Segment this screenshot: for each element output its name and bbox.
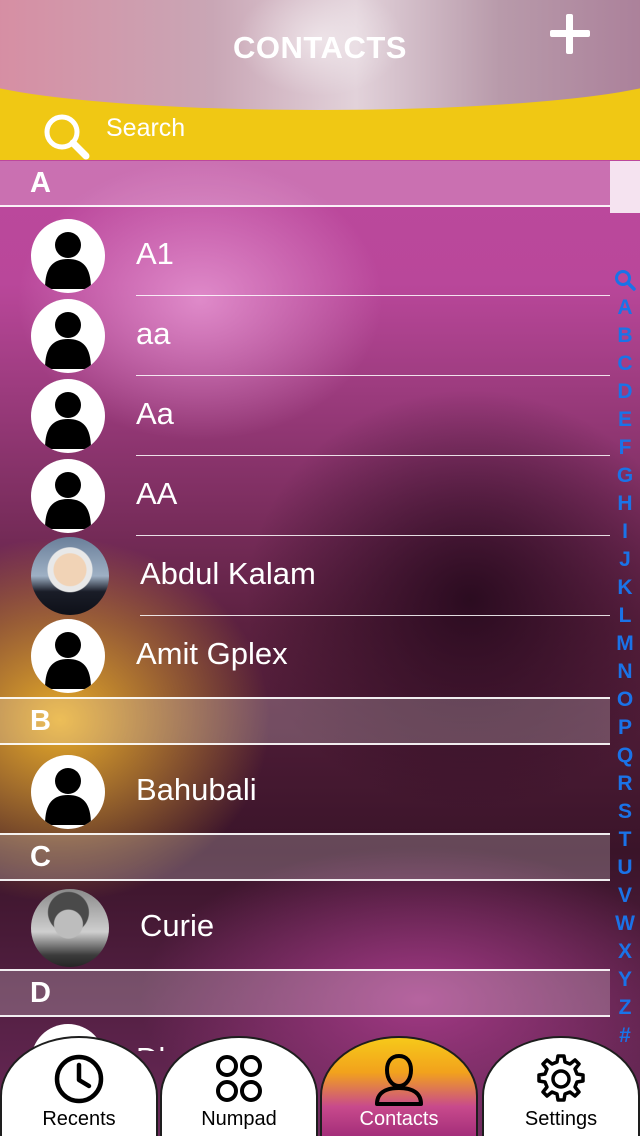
list-item[interactable]: Bahubali [0,752,610,832]
list-item[interactable]: aa [0,296,610,376]
index-strip-top [610,161,640,213]
index-letter[interactable]: O [612,686,638,714]
contact-name: Abdul Kalam [140,556,316,591]
index-letter[interactable]: V [612,882,638,910]
tab-contacts[interactable]: Contacts [320,1036,478,1136]
section-letter: A [30,167,51,199]
index-letter[interactable]: Y [612,966,638,994]
tab-label: Numpad [201,1108,277,1130]
index-letter[interactable]: Q [612,742,638,770]
index-letter[interactable]: M [612,630,638,658]
section-header-b: B [0,697,610,745]
index-letter[interactable]: G [612,462,638,490]
add-contact-button[interactable] [546,10,594,58]
header: CONTACTS Search [0,0,640,160]
list-item[interactable]: Aa [0,376,610,456]
tab-recents[interactable]: Recents [0,1036,158,1136]
tab-label: Settings [524,1108,598,1130]
index-letter[interactable]: E [612,406,638,434]
index-letter[interactable]: U [612,854,638,882]
person-icon [375,1053,423,1106]
index-letter[interactable]: D [612,378,638,406]
tab-label: Recents [42,1108,116,1130]
tab-bar: Recents Numpad Contacts Settings [0,1036,640,1136]
tab-label: Contacts [359,1108,439,1130]
section-header-c: C [0,833,610,881]
alphabet-index[interactable]: A B C D E F G H I J K L M N O P Q R S T … [612,266,638,1056]
section-letter: D [30,977,51,1009]
gear-icon [537,1054,585,1102]
index-letter[interactable]: L [612,602,638,630]
index-search-icon[interactable] [612,266,638,294]
avatar [31,619,105,693]
clock-icon [54,1054,104,1104]
avatar [31,459,105,533]
contact-name: Bahubali [136,772,257,807]
index-letter[interactable]: R [612,770,638,798]
index-letter[interactable]: F [612,434,638,462]
index-letter[interactable]: T [612,826,638,854]
index-letter[interactable]: A [612,294,638,322]
index-letter[interactable]: X [612,938,638,966]
list-item[interactable]: A1 [0,216,610,296]
search-input[interactable]: Search [106,114,185,143]
section-letter: B [30,705,51,737]
contact-name: AA [136,476,178,511]
index-letter[interactable]: J [612,546,638,574]
avatar [31,379,105,453]
search-bar[interactable]: Search [0,110,640,160]
list-item[interactable]: Amit Gplex [0,616,610,696]
index-letter[interactable]: Z [612,994,638,1022]
avatar [31,219,105,293]
contact-name: A1 [136,236,174,271]
avatar-photo [31,889,109,967]
contact-list[interactable]: A A1 aa Aa AA Abdul Kalam Amit Gplex B B… [0,161,610,1051]
contact-name: aa [136,316,171,351]
list-item[interactable]: Curie [0,888,610,968]
list-item[interactable]: AA [0,456,610,536]
index-letter[interactable]: I [612,518,638,546]
index-letter[interactable]: B [612,322,638,350]
index-letter[interactable]: W [612,910,638,938]
index-letter[interactable]: P [612,714,638,742]
search-icon [44,114,90,160]
avatar [31,755,105,829]
index-letter[interactable]: N [612,658,638,686]
index-letter[interactable]: K [612,574,638,602]
section-header-a: A [0,161,610,207]
avatar-photo [31,537,109,615]
index-letter[interactable]: C [612,350,638,378]
tab-numpad[interactable]: Numpad [160,1036,318,1136]
page-title: CONTACTS [233,30,407,65]
section-letter: C [30,841,51,873]
index-letter[interactable]: H [612,490,638,518]
list-item[interactable]: Abdul Kalam [0,536,610,616]
numpad-icon [216,1055,262,1102]
section-header-d: D [0,969,610,1017]
contact-name: Amit Gplex [136,636,288,671]
tab-settings[interactable]: Settings [482,1036,640,1136]
avatar [31,299,105,373]
index-letter[interactable]: S [612,798,638,826]
contact-name: Aa [136,396,174,431]
contact-name: Curie [140,908,215,943]
